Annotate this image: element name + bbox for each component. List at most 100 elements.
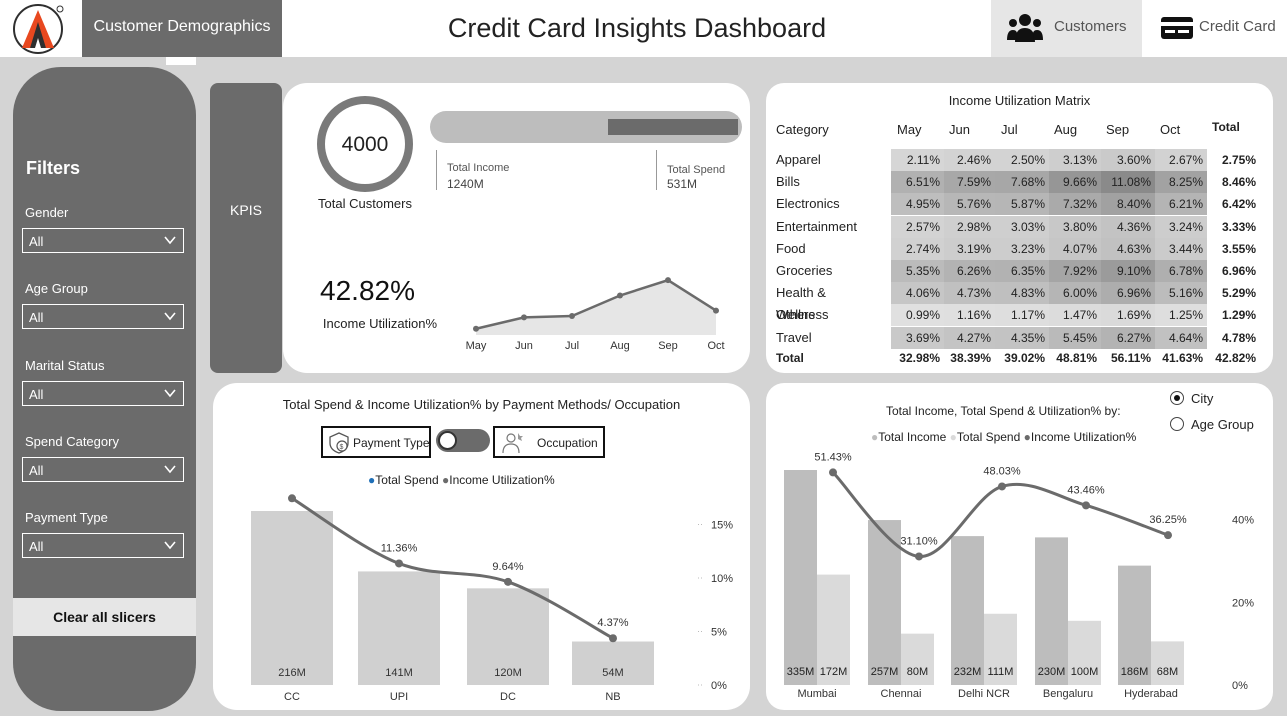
city-util-label: 51.43%: [814, 451, 852, 463]
city-y2-tick-label: 20%: [1232, 597, 1254, 609]
city-legend: ●Total Income ●Total Spend ●Income Utili…: [871, 430, 1136, 444]
matrix-title: Income Utilization Matrix: [948, 93, 1091, 108]
matrix-row-total: 3.55%: [1221, 241, 1256, 256]
payment-bar-label: 54M: [602, 667, 623, 679]
matrix-total-cell: 32.98%: [899, 350, 940, 365]
payment-util-label: 11.36%: [381, 542, 418, 554]
matrix-row-total: 6.96%: [1221, 264, 1256, 278]
matrix-header-cell: Jun: [949, 122, 970, 137]
filter-age-group-select[interactable]: All: [22, 304, 184, 329]
city-y2-tick-label: 0%: [1232, 680, 1248, 692]
spend-vs-income-fill: [608, 119, 738, 135]
filter-spend-category-select[interactable]: All: [22, 457, 184, 482]
occupation-toggle-button[interactable]: Occupation: [493, 426, 605, 458]
city-income-label: 257M: [871, 666, 899, 678]
radio-city-label: City: [1191, 391, 1214, 406]
city-util-point: [1164, 531, 1172, 540]
filter-payment-type-select[interactable]: All: [22, 533, 184, 558]
payment-bar-label: 141M: [385, 667, 413, 679]
matrix-total-cell: 56.11%: [1110, 350, 1151, 365]
payment-type-toggle-button[interactable]: $ Payment Type: [321, 426, 431, 458]
total-spend-value: 531M: [667, 177, 698, 191]
filter-spend-category-value: All: [29, 463, 44, 478]
matrix-cell: 3.69%: [891, 326, 944, 349]
matrix-cell: 6.78%: [1155, 260, 1207, 282]
monthly-utilization-sparkline: May Jun Jul Aug Sep Oct: [466, 277, 725, 352]
income-utilization-label: Income Utilization%: [322, 316, 438, 331]
matrix-cell: 4.95%: [891, 193, 944, 216]
filter-marital-status-label: Marital Status: [25, 358, 105, 373]
payment-bar: [251, 511, 333, 685]
matrix-cell: 6.96%: [1101, 282, 1155, 305]
payment-icon: $: [329, 432, 349, 454]
matrix-cell: 3.80%: [1049, 215, 1101, 238]
sparkline-x-label: May: [466, 340, 487, 352]
matrix-total-label: Total: [776, 350, 804, 365]
payment-x-label: UPI: [390, 691, 408, 703]
clear-all-slicers-button[interactable]: Clear all slicers: [13, 598, 196, 636]
filter-spend-category-label: Spend Category: [25, 434, 119, 449]
city-income-bar: [951, 536, 984, 685]
city-spend-bar: [1151, 641, 1184, 685]
matrix-row-category: Groceries: [776, 263, 833, 278]
city-spend-label: 68M: [1157, 666, 1178, 678]
city-x-label: Delhi NCR: [958, 688, 1010, 700]
payment-type-toggle-label: Payment Type: [353, 436, 430, 450]
city-util-label: 31.10%: [900, 535, 938, 547]
payment-util-point: [395, 559, 403, 568]
matrix-row-total: 2.75%: [1221, 153, 1256, 167]
page-title: Credit Card Insights Dashboard: [447, 13, 827, 43]
matrix-cell: 1.69%: [1101, 304, 1155, 327]
spend-divider: [656, 150, 657, 190]
matrix-cell: 5.16%: [1155, 282, 1207, 305]
kpis-tab[interactable]: KPIS: [210, 83, 282, 373]
matrix-cell: 3.24%: [1155, 215, 1207, 238]
city-spend-label: 100M: [1071, 666, 1099, 678]
matrix-total-cell: 38.39%: [950, 350, 991, 365]
city-spend-label: 111M: [988, 666, 1014, 678]
city-util-point: [998, 482, 1006, 491]
customers-icon: [1007, 14, 1043, 42]
matrix-total-cell: 48.81%: [1056, 350, 1097, 365]
city-x-label: Chennai: [881, 688, 922, 700]
nav-credit-card-button[interactable]: Credit Card: [1142, 0, 1287, 57]
filter-gender-label: Gender: [25, 205, 69, 220]
radio-city[interactable]: [1170, 391, 1184, 405]
matrix-cell: 3.13%: [1049, 149, 1101, 171]
filter-marital-status-select[interactable]: All: [22, 381, 184, 406]
credit-card-icon: [1161, 17, 1193, 39]
matrix-cell: 7.32%: [1049, 193, 1101, 216]
filter-gender-select[interactable]: All: [22, 228, 184, 253]
nav-customers-button[interactable]: Customers: [991, 0, 1142, 57]
total-customers-label: Total Customers: [318, 196, 412, 211]
matrix-cell: 4.35%: [995, 326, 1049, 349]
nav-customers-label: Customers: [1054, 18, 1127, 35]
city-spend-label: 172M: [820, 666, 848, 678]
matrix-header-cell: Aug: [1054, 122, 1078, 137]
radio-city-dot: [1174, 395, 1180, 401]
matrix-header-cell: Oct: [1160, 122, 1181, 137]
matrix-cell: 6.35%: [995, 260, 1049, 282]
matrix-header-cell: Total: [1212, 120, 1240, 134]
canvas-notch: [166, 57, 196, 65]
sparkline-x-label: Oct: [707, 340, 724, 352]
city-income-label: 186M: [1121, 666, 1149, 678]
matrix-header-cell: Sep: [1106, 122, 1130, 137]
matrix-cell: 6.27%: [1101, 326, 1155, 349]
matrix-cell: 8.25%: [1155, 171, 1207, 194]
matrix-total-cell: 41.63%: [1162, 350, 1203, 365]
nav-credit-card-label: Credit Card: [1199, 18, 1276, 35]
toggle-switch[interactable]: [436, 429, 490, 452]
income-divider: [436, 150, 437, 190]
sparkline-point: [473, 325, 479, 332]
tab-customer-demographics[interactable]: Customer Demographics: [82, 0, 282, 57]
matrix-cell: 4.36%: [1101, 215, 1155, 238]
matrix-cell: 2.67%: [1155, 149, 1207, 171]
city-util-point: [829, 468, 837, 477]
radio-age-group[interactable]: [1170, 417, 1184, 431]
legend-total-spend: Total Spend: [375, 473, 439, 487]
matrix-cell: 7.59%: [944, 171, 995, 194]
payment-x-label: DC: [500, 691, 516, 703]
payment-util-point: [504, 577, 512, 586]
total-income-value: 1240M: [447, 177, 484, 191]
